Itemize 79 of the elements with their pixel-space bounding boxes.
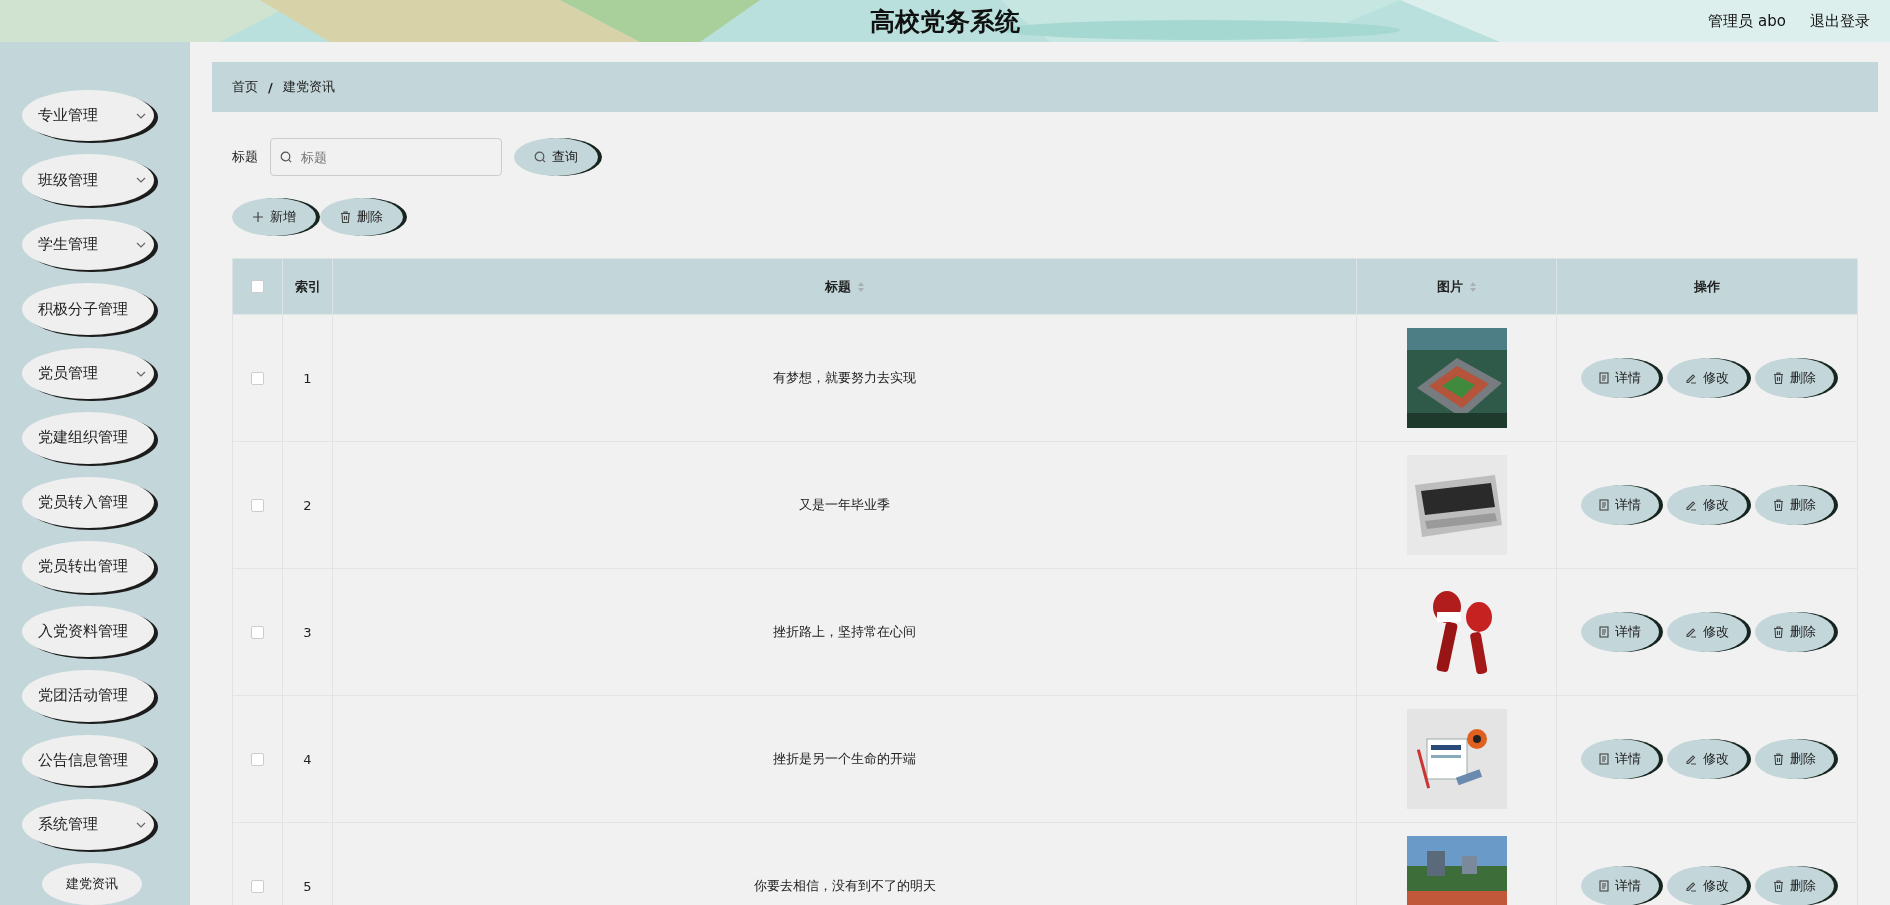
document-icon xyxy=(1598,626,1609,638)
menu-item[interactable]: 党员转入管理 xyxy=(22,476,154,529)
breadcrumb-separator: / xyxy=(268,79,273,95)
search-icon xyxy=(534,151,546,163)
menu-item[interactable]: 系统管理 xyxy=(22,799,154,851)
trash-icon xyxy=(340,211,351,223)
pencil-icon xyxy=(1684,626,1697,638)
user-label: 管理员 abo xyxy=(1708,11,1786,31)
column-header[interactable]: 图片 xyxy=(1436,277,1463,296)
checkbox[interactable] xyxy=(251,280,264,293)
delete-button[interactable]: 删除 xyxy=(1754,612,1834,652)
document-icon xyxy=(1598,372,1609,384)
column-header[interactable]: 标题 xyxy=(824,277,851,296)
checkbox[interactable] xyxy=(251,625,264,639)
search-icon xyxy=(280,151,292,163)
table-cell: 2 xyxy=(303,497,312,513)
delete-button[interactable]: 删除 xyxy=(1754,358,1834,398)
pencil-icon xyxy=(1684,753,1697,765)
document-icon xyxy=(1598,499,1609,511)
breadcrumb-item[interactable]: 首页 xyxy=(232,78,258,96)
edit-button[interactable]: 修改 xyxy=(1666,612,1747,652)
edit-button[interactable]: 修改 xyxy=(1666,866,1747,905)
pencil-icon xyxy=(1684,880,1697,892)
checkbox[interactable] xyxy=(251,879,264,893)
edit-button[interactable]: 修改 xyxy=(1666,739,1747,779)
column-header: 操作 xyxy=(1694,277,1720,296)
details-button[interactable]: 详情 xyxy=(1580,358,1659,398)
breadcrumb-item[interactable]: 建党资讯 xyxy=(282,78,335,96)
checkbox[interactable] xyxy=(251,752,264,766)
delete-button[interactable]: 删除 xyxy=(1754,866,1834,905)
pencil-icon xyxy=(1684,372,1697,384)
chevron-down-icon xyxy=(136,177,146,184)
sort-icon[interactable] xyxy=(856,280,865,293)
logout-link[interactable]: 退出登录 xyxy=(1810,11,1870,31)
chevron-down-icon xyxy=(136,112,146,119)
delete-button[interactable]: 删除 xyxy=(320,198,403,236)
menu-item[interactable]: 党员管理 xyxy=(22,347,154,400)
document-icon xyxy=(1598,753,1609,765)
chevron-down-icon xyxy=(136,370,146,377)
menu-item[interactable]: 入党资料管理 xyxy=(22,605,154,658)
details-button[interactable]: 详情 xyxy=(1580,485,1659,525)
chevron-down-icon xyxy=(136,241,146,248)
table-cell: 3 xyxy=(303,624,312,640)
trash-icon xyxy=(1772,372,1784,384)
edit-button[interactable]: 修改 xyxy=(1666,358,1747,398)
table-cell: 挫折是另一个生命的开端 xyxy=(773,750,916,768)
table-cell: 1 xyxy=(303,370,312,386)
table-cell: 4 xyxy=(303,751,312,767)
table-cell: 挫折路上，坚持常在心间 xyxy=(773,623,916,641)
trash-icon xyxy=(1772,626,1784,638)
checkbox[interactable] xyxy=(251,371,264,385)
menu-item[interactable]: 专业管理 xyxy=(22,90,154,142)
table-cell: 你要去相信，没有到不了的明天 xyxy=(753,877,936,895)
column-header: 索引 xyxy=(294,277,321,296)
trash-icon xyxy=(1772,753,1784,765)
details-button[interactable]: 详情 xyxy=(1580,739,1659,779)
submenu-item[interactable]: 建党资讯 xyxy=(42,863,142,905)
plus-icon xyxy=(252,211,264,223)
app-title: 高校党务系统 xyxy=(870,5,1020,38)
details-button[interactable]: 详情 xyxy=(1580,612,1659,652)
delete-button[interactable]: 删除 xyxy=(1754,485,1834,525)
chevron-down-icon xyxy=(136,821,146,828)
pencil-icon xyxy=(1684,499,1697,511)
menu-item[interactable]: 学生管理 xyxy=(22,218,154,271)
trash-icon xyxy=(1772,880,1784,892)
details-button[interactable]: 详情 xyxy=(1580,866,1659,905)
table-cell: 又是一年毕业季 xyxy=(799,496,890,514)
table-cell: 5 xyxy=(303,878,312,894)
document-icon xyxy=(1598,880,1609,892)
edit-button[interactable]: 修改 xyxy=(1666,485,1747,525)
add-button[interactable]: 新增 xyxy=(232,198,316,236)
delete-button[interactable]: 删除 xyxy=(1754,739,1834,779)
query-button[interactable]: 查询 xyxy=(514,138,598,176)
sort-icon[interactable] xyxy=(1468,280,1477,293)
field-label: 标题 xyxy=(232,148,258,166)
checkbox[interactable] xyxy=(251,498,264,512)
table-cell: 有梦想，就要努力去实现 xyxy=(773,369,916,387)
search-field[interactable]: 标题 xyxy=(270,138,502,176)
trash-icon xyxy=(1772,499,1784,511)
